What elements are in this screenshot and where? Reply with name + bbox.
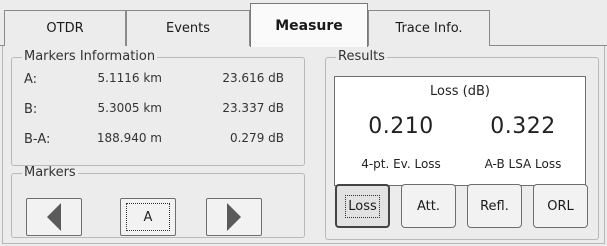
results-display: Loss (dB) 0.210 0.322 4-pt. Ev. Loss A-B… [334, 76, 586, 186]
marker-distance: 5.3005 km [97, 101, 162, 115]
results-legend: Results [338, 49, 385, 64]
marker-row-a: A: 5.1116 km 23.616 dB [12, 68, 302, 90]
loss-button[interactable]: Loss [335, 184, 390, 228]
marker-level: 0.279 dB [229, 131, 284, 145]
marker-level: 23.616 dB [222, 71, 284, 85]
marker-label: A: [24, 72, 38, 87]
marker-level: 23.337 dB [222, 101, 284, 115]
marker-row-b-a: B-A: 188.940 m 0.279 dB [12, 128, 302, 150]
lsa-loss-caption: A-B LSA Loss [484, 157, 562, 171]
previous-marker-button[interactable] [26, 198, 82, 236]
tab-events[interactable]: Events [126, 10, 250, 46]
reflectance-button[interactable]: Refl. [467, 184, 522, 228]
marker-row-b: B: 5.3005 km 23.337 dB [12, 98, 302, 120]
measure-panel: Markers Information A: 5.1116 km 23.616 … [2, 46, 605, 244]
marker-label: B: [24, 102, 38, 117]
four-point-loss-caption: 4-pt. Ev. Loss [361, 157, 441, 171]
tab-measure[interactable]: Measure [250, 3, 368, 47]
selected-marker-label: A [126, 203, 170, 231]
next-marker-button[interactable] [206, 198, 262, 236]
markers-information-group: Markers Information A: 5.1116 km 23.616 … [11, 50, 305, 166]
selected-marker-button[interactable]: A [120, 198, 176, 236]
left-triangle-icon [47, 203, 61, 231]
tab-bar: OTDR Events Measure Trace Info. [0, 0, 607, 47]
results-title: Loss (dB) [430, 84, 490, 99]
markers-group: Markers A [11, 166, 305, 238]
tab-otdr[interactable]: OTDR [4, 10, 126, 46]
four-point-loss-value: 0.210 [368, 114, 434, 139]
marker-label: B-A: [24, 132, 51, 147]
markers-legend: Markers [24, 165, 76, 180]
attenuation-button[interactable]: Att. [401, 184, 456, 228]
marker-distance: 188.940 m [96, 131, 162, 145]
right-triangle-icon [227, 203, 241, 231]
markers-information-legend: Markers Information [24, 49, 156, 64]
loss-button-label: Loss [345, 194, 380, 218]
marker-distance: 5.1116 km [97, 71, 162, 85]
orl-button[interactable]: ORL [533, 184, 588, 228]
tab-trace-info[interactable]: Trace Info. [368, 10, 490, 46]
lsa-loss-value: 0.322 [490, 114, 556, 139]
